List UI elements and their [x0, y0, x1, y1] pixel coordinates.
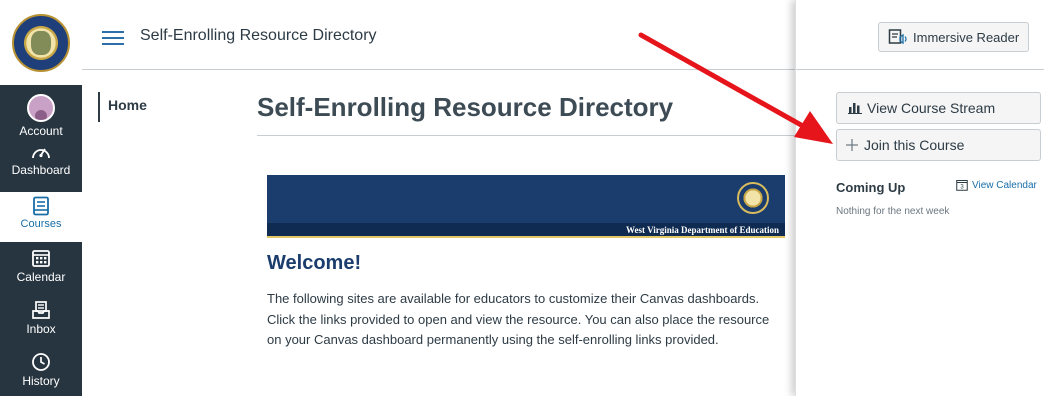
nav-history[interactable]: History	[0, 352, 82, 388]
join-course-button[interactable]: Join this Course	[836, 129, 1041, 161]
nav-account-label: Account	[19, 124, 63, 138]
nav-courses[interactable]: Courses	[0, 192, 82, 242]
nav-dashboard[interactable]: Dashboard	[0, 143, 82, 177]
global-nav: Account Dashboard Courses Calendar Inbox…	[0, 0, 82, 396]
breadcrumb-course-title[interactable]: Self-Enrolling Resource Directory	[140, 27, 377, 45]
intro-paragraph: The following sites are available for ed…	[267, 291, 770, 347]
history-icon	[32, 353, 50, 371]
title-divider	[257, 135, 795, 136]
nav-inbox[interactable]: Inbox	[0, 300, 82, 336]
nav-history-label: History	[22, 374, 60, 388]
inbox-icon	[32, 301, 50, 319]
immersive-reader-button[interactable]: Immersive Reader	[878, 22, 1029, 52]
nav-calendar[interactable]: Calendar	[0, 248, 82, 284]
right-sidebar: Immersive Reader View Course Stream Join…	[795, 0, 1044, 396]
nothing-upcoming-text: Nothing for the next week	[836, 206, 950, 217]
nav-inbox-label: Inbox	[26, 322, 56, 336]
page-title: Self-Enrolling Resource Directory	[257, 92, 674, 122]
nav-dashboard-label: Dashboard	[11, 163, 71, 177]
course-nav-home[interactable]: Home	[98, 92, 147, 122]
banner-text: West Virginia Department of Education	[626, 225, 779, 235]
calendar-icon	[32, 250, 50, 267]
sidebar-topbar: Immersive Reader	[796, 0, 1044, 70]
calendar-day-icon: 3	[956, 180, 968, 191]
state-seal-icon	[12, 13, 70, 72]
view-calendar-label: View Calendar	[972, 179, 1037, 191]
bar-chart-icon	[848, 103, 862, 114]
courses-icon	[33, 196, 49, 216]
dashboard-icon	[32, 148, 50, 159]
coming-up-heading: Coming Up	[836, 180, 906, 195]
avatar	[27, 94, 55, 122]
wvde-banner: West Virginia Department of Education	[267, 175, 785, 238]
view-course-stream-label: View Course Stream	[867, 100, 996, 116]
welcome-heading: Welcome!	[267, 252, 362, 274]
nav-calendar-label: Calendar	[16, 270, 66, 284]
logo[interactable]	[0, 0, 82, 86]
plus-icon	[846, 139, 858, 151]
nav-account[interactable]: Account	[0, 94, 82, 138]
immersive-reader-label: Immersive Reader	[913, 29, 1020, 45]
banner-seal-icon	[737, 182, 769, 214]
view-course-stream-button[interactable]: View Course Stream	[836, 92, 1041, 124]
page-header: Self-Enrolling Resource Directory	[82, 0, 795, 70]
view-calendar-link[interactable]: 3 View Calendar	[956, 179, 1037, 191]
nav-courses-label: Courses	[20, 218, 62, 230]
hamburger-menu-icon[interactable]	[102, 31, 124, 49]
immersive-reader-icon	[888, 29, 907, 45]
join-course-label: Join this Course	[864, 137, 965, 153]
